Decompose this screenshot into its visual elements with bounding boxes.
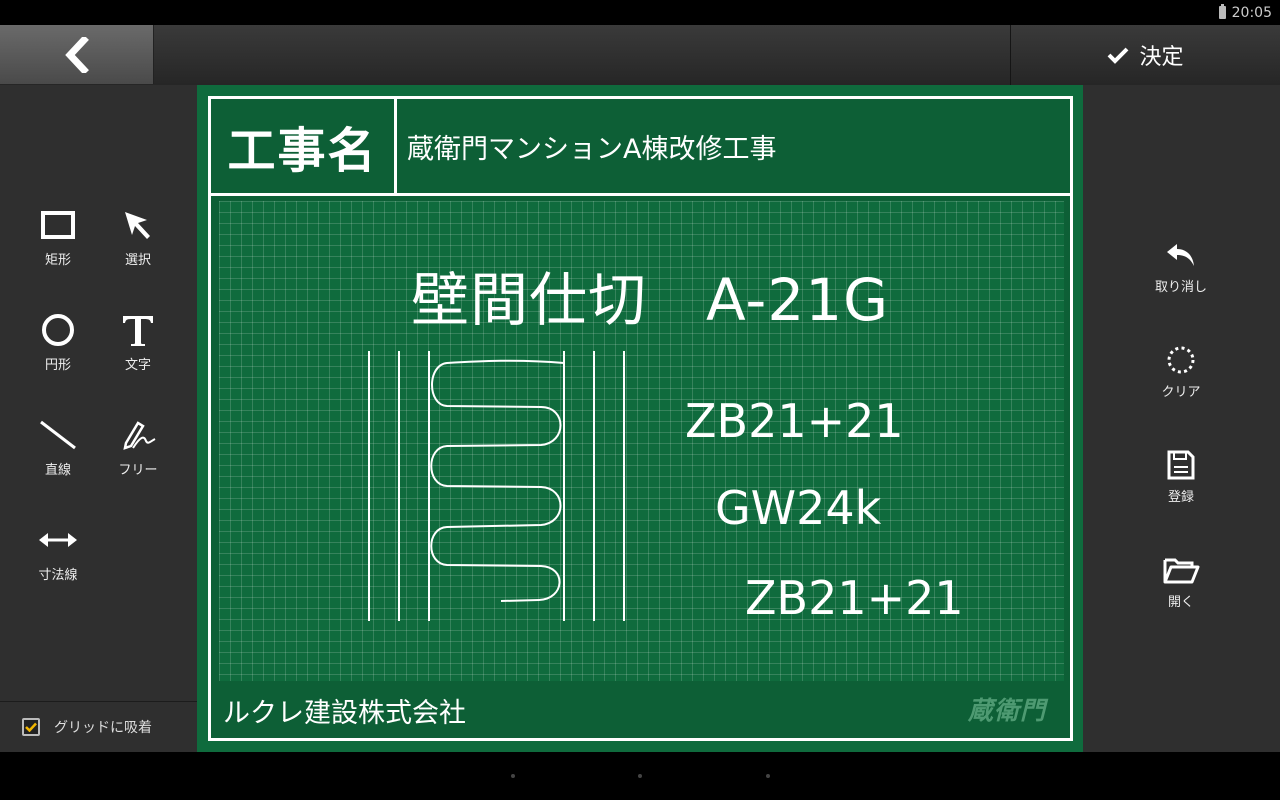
tool-label: 寸法線 [38, 568, 78, 583]
clear-button[interactable]: クリア [1141, 342, 1221, 412]
text-t-icon [123, 316, 153, 346]
tool-label: 円形 [44, 358, 71, 373]
project-title-label: 工事名 [211, 99, 397, 193]
battery-icon [1218, 4, 1226, 19]
save-button[interactable]: 登録 [1141, 447, 1221, 517]
drawing-heading[interactable]: 壁間仕切 A-21G [411, 253, 889, 337]
cursor-arrow-icon [125, 212, 150, 239]
pen-freehand-icon [123, 421, 156, 450]
tool-label: 文字 [124, 358, 151, 373]
tool-circle[interactable]: 円形 [18, 310, 98, 400]
blackboard[interactable]: 工事名 蔵衛門マンションA棟改修工事 壁間仕切 A-21G ZB21+21 GW… [208, 96, 1073, 741]
undo-icon [1167, 244, 1194, 266]
circle-icon [42, 314, 74, 346]
tool-label: フリー [118, 463, 158, 478]
clear-dotted-circle-icon [1167, 346, 1195, 374]
status-bar: 20:05 [0, 0, 1280, 25]
project-title-value[interactable]: 蔵衛門マンションA棟改修工事 [407, 99, 776, 193]
save-label: 登録 [1167, 490, 1194, 505]
status-time: 20:05 [1231, 4, 1272, 21]
chevron-left-icon [64, 36, 89, 73]
snap-to-grid-toggle[interactable]: グリッドに吸着 [0, 701, 197, 752]
company-name[interactable]: ルクレ建設株式会社 [223, 691, 466, 730]
tool-dimension[interactable]: 寸法線 [18, 520, 98, 610]
tool-line[interactable]: 直線 [18, 415, 98, 505]
tool-rectangle[interactable]: 矩形 [18, 205, 98, 295]
undo-label: 取り消し [1154, 280, 1207, 295]
check-icon [1108, 47, 1129, 64]
edit-tools-panel: 取り消し クリア 登録 開く [1083, 85, 1280, 752]
tool-freehand[interactable]: フリー [98, 415, 178, 505]
nav-dot-icon[interactable] [766, 774, 770, 778]
snap-checkbox[interactable] [22, 718, 40, 736]
tool-label: 選択 [124, 253, 151, 268]
layer-label-bottom[interactable]: ZB21+21 [745, 571, 964, 625]
project-title-row: 工事名 蔵衛門マンションA棟改修工事 [211, 99, 1070, 196]
dimension-arrow-icon [39, 533, 77, 547]
tool-text[interactable]: 文字 [98, 310, 178, 400]
check-icon [25, 722, 37, 732]
save-icon [1167, 450, 1195, 480]
action-bar: 決定 [0, 25, 1280, 86]
tool-label: 矩形 [44, 253, 71, 268]
rectangle-icon [41, 211, 75, 239]
drawing-grid[interactable]: 壁間仕切 A-21G ZB21+21 GW24k ZB21+21 [219, 201, 1064, 681]
layer-label-top[interactable]: ZB21+21 [685, 394, 904, 448]
tool-select[interactable]: 選択 [98, 205, 178, 295]
folder-open-icon [1163, 558, 1200, 584]
brand-logo: 蔵衛門 [967, 696, 1046, 725]
line-icon [40, 420, 76, 450]
confirm-label: 決定 [1139, 44, 1184, 70]
drawing-tools-panel: 矩形 選択 円形 文字 直線 フリー 寸法線 グリッドに吸着 [0, 85, 197, 752]
confirm-button[interactable]: 決定 [1011, 25, 1280, 84]
layer-label-middle[interactable]: GW24k [715, 481, 881, 535]
open-label: 開く [1167, 595, 1194, 610]
tool-label: 直線 [44, 463, 71, 478]
undo-button[interactable]: 取り消し [1141, 237, 1221, 307]
insulation-freehand-stroke [430, 359, 565, 602]
nav-dot-icon[interactable] [511, 774, 515, 778]
system-navigation-bar [0, 752, 1280, 800]
back-button[interactable] [0, 25, 154, 84]
open-button[interactable]: 開く [1141, 552, 1221, 622]
snap-label: グリッドに吸着 [54, 720, 152, 736]
clear-label: クリア [1161, 385, 1201, 400]
nav-dot-icon[interactable] [638, 774, 642, 778]
